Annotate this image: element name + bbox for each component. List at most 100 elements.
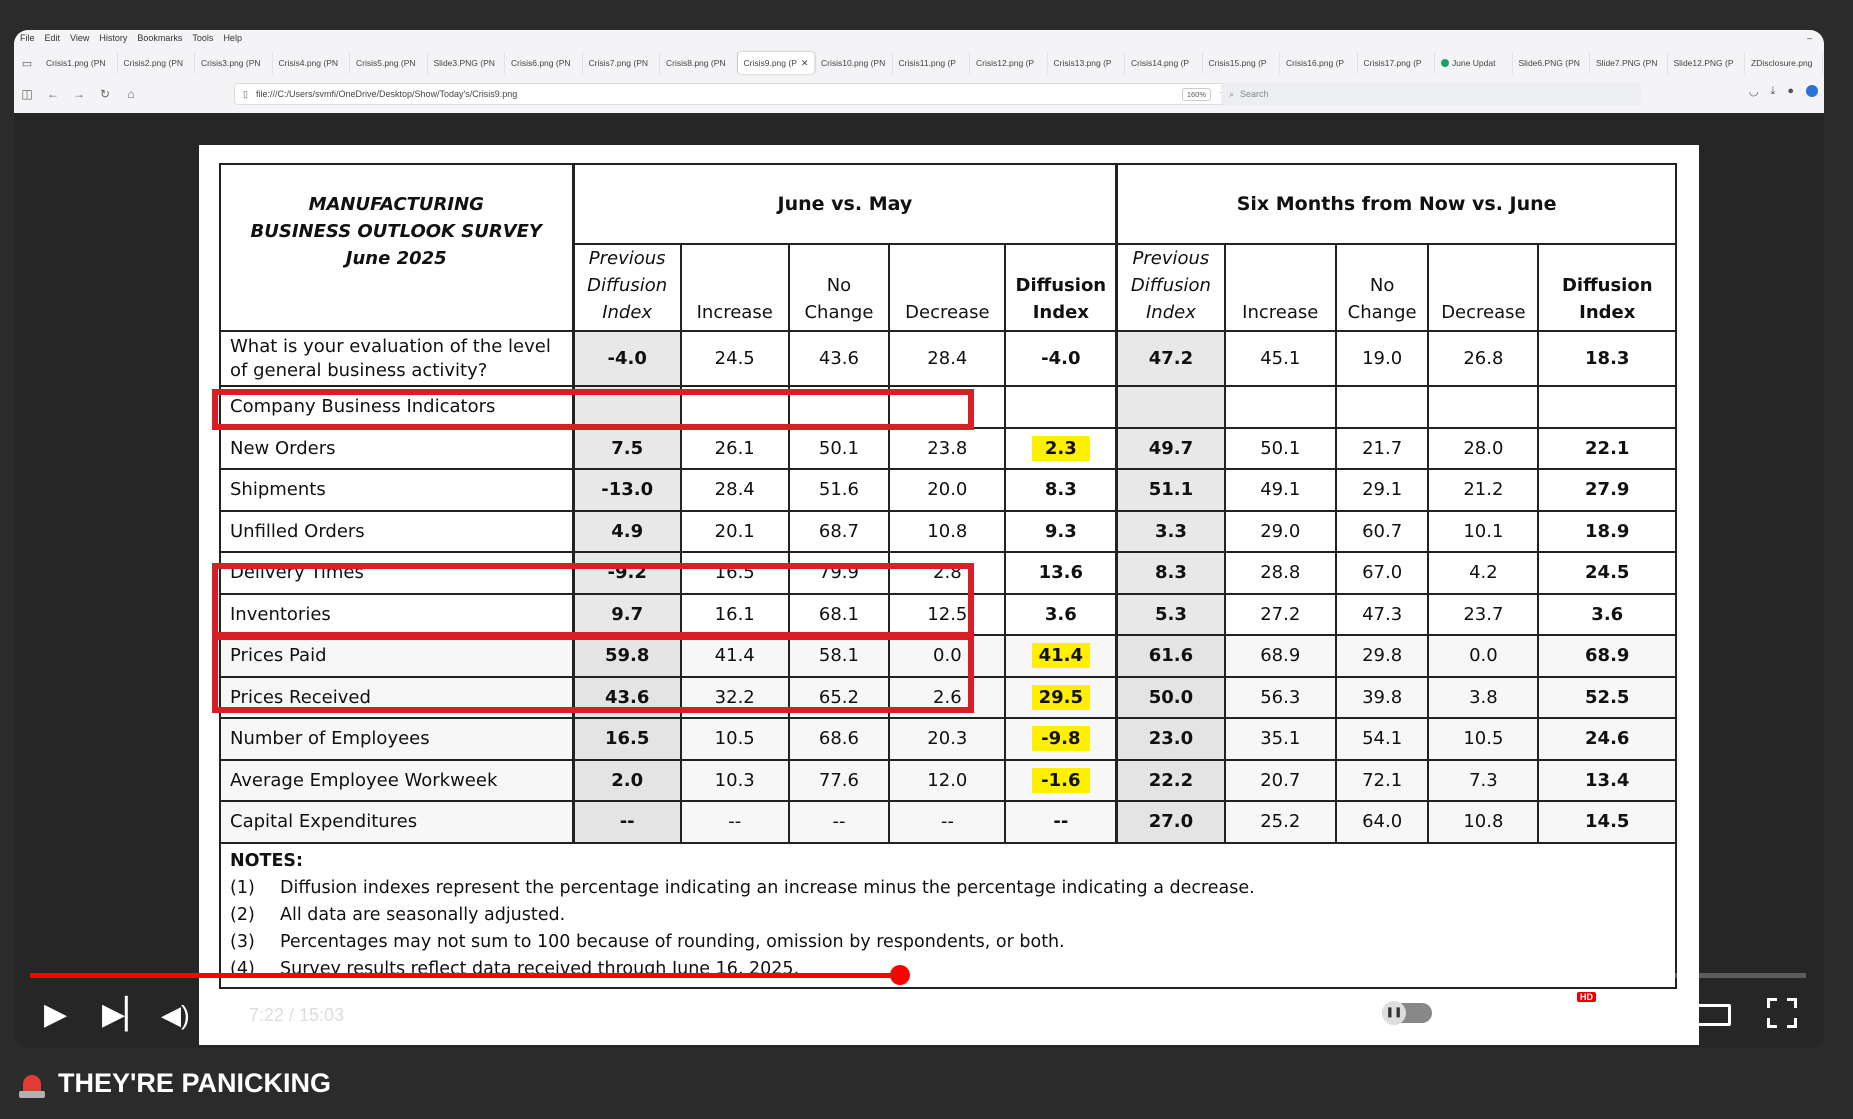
note-item: (3) Percentages may not sum to 100 becaus… xyxy=(230,929,1666,956)
browser-tab[interactable]: Crisis10.png (PN xyxy=(815,52,893,74)
browser-tab[interactable]: Slide7.PNG (PN xyxy=(1590,52,1668,74)
tab-label: Slide6.PNG (PN xyxy=(1518,58,1580,68)
miniplayer-icon[interactable] xyxy=(1624,1002,1658,1028)
home-icon[interactable]: ⌂ xyxy=(118,87,144,101)
browser-tab[interactable]: Slide6.PNG (PN xyxy=(1513,52,1590,74)
browser-tab[interactable]: Crisis1.png (PN xyxy=(40,52,118,74)
browser-tab[interactable]: Crisis11.png (P xyxy=(893,52,970,74)
row-label: Average Employee Workweek xyxy=(218,758,575,802)
menu-view[interactable]: View xyxy=(70,33,89,43)
tab-label: Crisis12.png (P xyxy=(976,58,1035,68)
table-row: Unfilled Orders 4.9 20.1 68.7 10.8 9.3 3.3 29.0… xyxy=(218,509,1677,553)
fullscreen-icon[interactable] xyxy=(1767,998,1797,1028)
table-cell: 4.9 xyxy=(571,509,682,553)
browser-tab[interactable]: Crisis2.png (PN xyxy=(118,52,195,74)
table-cell: 3.6 xyxy=(1537,592,1677,636)
table-cell: -- xyxy=(571,800,682,844)
menu-tools[interactable]: Tools xyxy=(192,33,213,43)
table-cell: 50.0 xyxy=(1115,675,1226,719)
browser-tab[interactable]: Crisis15.png (P xyxy=(1203,52,1280,74)
notes-row: NOTES: (1) Diffusion indexes represent the… xyxy=(219,841,1677,989)
tab-list-icon[interactable]: ▭ xyxy=(14,57,40,70)
sidebar-icon[interactable]: ◫ xyxy=(14,87,40,101)
close-tab-icon[interactable]: ✕ xyxy=(801,58,809,69)
table-cell: 16.5 xyxy=(571,717,682,761)
minimize-icon[interactable]: – xyxy=(1807,33,1812,43)
volume-icon[interactable]: ◀) xyxy=(161,992,190,1038)
browser-tab[interactable]: Slide3.PNG (PN xyxy=(428,52,505,74)
pocket-icon[interactable]: ◡ xyxy=(1749,85,1759,98)
tab-label: Crisis2.png (PN xyxy=(123,58,184,68)
search-input[interactable]: ⌕ Search xyxy=(1221,83,1641,105)
table-cell: 61.6 xyxy=(1115,634,1226,678)
tab-label: June Updat xyxy=(1452,58,1496,68)
table-cell: -- xyxy=(787,800,891,844)
table-cell: 51.6 xyxy=(787,468,891,512)
browser-tab[interactable]: ZDisclosure.png xyxy=(1745,52,1823,74)
row-label: Number of Employees xyxy=(218,717,575,761)
url-bar[interactable]: ▯ file:///C:/Users/svmfi/OneDrive/Deskto… xyxy=(234,83,1234,105)
col-decrease: Decrease xyxy=(888,243,1007,332)
note-number: (1) xyxy=(230,877,255,898)
nav-bar: ◫ ← → ↻ ⌂ ▯ file:///C:/Users/svmfi/OneDr… xyxy=(14,80,1824,108)
download-icon[interactable]: ⤓ xyxy=(1770,85,1775,98)
zoom-indicator[interactable]: 160% xyxy=(1181,88,1211,101)
menu-edit[interactable]: Edit xyxy=(45,33,61,43)
reload-icon[interactable]: ↻ xyxy=(92,87,118,101)
browser-tab[interactable]: Crisis5.png (PN xyxy=(350,52,428,74)
browser-tab[interactable]: Crisis4.png (PN xyxy=(273,52,350,74)
back-icon[interactable]: ← xyxy=(40,87,66,101)
theater-mode-icon[interactable] xyxy=(1695,1004,1731,1026)
browser-tab[interactable]: Crisis8.png (PN xyxy=(660,52,738,74)
table-cell: 68.7 xyxy=(787,509,891,553)
browser-tab[interactable]: Crisis7.png (PN xyxy=(583,52,660,74)
table-cell: 2.3 xyxy=(1004,426,1118,470)
col-prev-diffusion-future: Previous Diffusion Index xyxy=(1115,243,1226,332)
notes-cell: NOTES: (1) Diffusion indexes represent the… xyxy=(219,841,1677,989)
empty-cell xyxy=(1223,385,1337,429)
tab-label: Crisis13.png (P xyxy=(1053,58,1112,68)
browser-window: File Edit View History Bookmarks Tools H… xyxy=(14,30,1824,113)
menu-history[interactable]: History xyxy=(99,33,127,43)
menu-bookmarks[interactable]: Bookmarks xyxy=(137,33,182,43)
captions-button[interactable]: CC xyxy=(1467,1000,1503,1026)
table-cell: -1.6 xyxy=(1004,758,1118,802)
forward-icon[interactable]: → xyxy=(66,87,92,101)
browser-tab[interactable]: Crisis16.png (P xyxy=(1280,52,1358,74)
group-future: Six Months from Now vs. June xyxy=(1115,163,1678,245)
video-player[interactable]: File Edit View History Bookmarks Tools H… xyxy=(14,30,1824,1048)
extension-icon[interactable]: ● xyxy=(1787,85,1794,98)
browser-tab[interactable]: Slide12.PNG (P xyxy=(1668,52,1745,74)
table-cell: -- xyxy=(1004,800,1118,844)
menu-help[interactable]: Help xyxy=(223,33,242,43)
table-cell: 7.3 xyxy=(1427,758,1540,802)
search-icon: ⌕ xyxy=(1229,88,1235,99)
menu-file[interactable]: File xyxy=(20,33,35,43)
autoplay-toggle[interactable]: ❚❚ xyxy=(1382,1001,1432,1025)
table-cell: 8.3 xyxy=(1004,468,1118,512)
browser-tab[interactable]: Crisis14.png (P xyxy=(1125,52,1203,74)
table-cell: 52.5 xyxy=(1537,675,1677,719)
table-cell: 20.1 xyxy=(679,509,790,553)
table-cell: 10.8 xyxy=(888,509,1007,553)
table-row: What is your evaluation of the level of … xyxy=(218,330,1677,387)
video-title: THEY'RE PANICKING xyxy=(18,1068,331,1099)
play-icon[interactable]: ▶ xyxy=(44,992,67,1038)
next-icon[interactable]: ▶▏ xyxy=(102,992,148,1038)
browser-tab[interactable]: Crisis17.png (P xyxy=(1358,52,1435,74)
account-icon[interactable] xyxy=(1806,85,1818,97)
table-row: Shipments -13.0 28.4 51.6 20.0 8.3 51.1 49.1 29.… xyxy=(218,468,1677,512)
col-diffusion-future: Diffusion Index xyxy=(1537,243,1677,332)
pause-icon: ❚❚ xyxy=(1382,1001,1406,1025)
tab-label: Crisis4.png (PN xyxy=(278,58,339,68)
note-item: (4) Survey results reflect data received … xyxy=(230,956,1666,983)
browser-tab[interactable]: June Updat xyxy=(1435,52,1513,74)
table-cell: 22.1 xyxy=(1537,426,1677,470)
browser-tab[interactable]: Crisis3.png (PN xyxy=(195,52,273,74)
browser-tab[interactable]: Crisis6.png (PN xyxy=(505,52,583,74)
browser-tab[interactable]: Crisis13.png (P xyxy=(1048,52,1125,74)
table-cell: 41.4 xyxy=(1004,634,1118,678)
menu-bar: File Edit View History Bookmarks Tools H… xyxy=(14,30,1824,46)
browser-tab[interactable]: Crisis9.png (P ✕ xyxy=(737,52,815,74)
browser-tab[interactable]: Crisis12.png (P xyxy=(970,52,1048,74)
